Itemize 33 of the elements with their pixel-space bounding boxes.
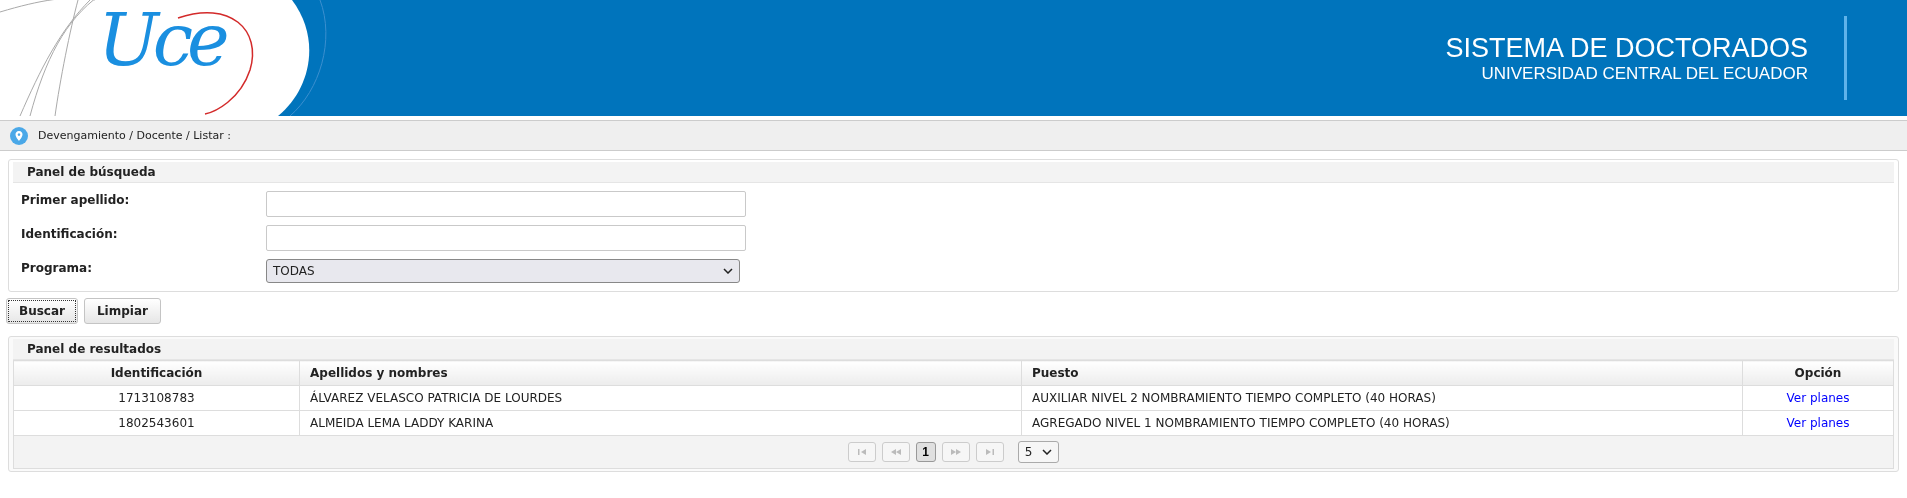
chevron-down-icon <box>723 268 733 274</box>
table-cell: AUXILIAR NIVEL 2 NOMBRAMIENTO TIEMPO COMPLETO (40 HORAS) <box>1021 385 1743 411</box>
university-name: UNIVERSIDAD CENTRAL DEL ECUADOR <box>1481 64 1808 85</box>
next-page-icon <box>949 446 962 458</box>
table-cell: ALMEIDA LEMA LADDY KARINA <box>299 410 1022 436</box>
search-button[interactable]: Buscar <box>6 298 78 324</box>
prev-page-icon <box>889 446 902 458</box>
field-label: Programa: <box>21 260 93 275</box>
column-header[interactable]: Opción <box>1742 360 1894 386</box>
location-pin-icon <box>10 126 28 145</box>
first-page-icon <box>855 446 868 458</box>
program-select[interactable]: TODAS <box>266 259 740 283</box>
column-header[interactable]: Identificación <box>13 360 300 386</box>
text-field[interactable] <box>266 191 746 217</box>
table-cell: AGREGADO NIVEL 1 NOMBRAMIENTO TIEMPO COMPLETO (40 HORAS) <box>1021 410 1743 436</box>
page-button[interactable]: 1 <box>915 442 936 462</box>
logo-text: Uce <box>98 4 224 76</box>
last-page-icon <box>983 446 996 458</box>
chevron-down-icon <box>1042 449 1053 455</box>
system-title: SISTEMA DE DOCTORADOS <box>1445 31 1808 64</box>
page-size-select[interactable]: 5 <box>1017 441 1060 463</box>
table-cell: 1713108783 <box>13 385 300 411</box>
column-header[interactable]: Puesto <box>1021 360 1743 386</box>
text-field[interactable] <box>266 225 746 251</box>
clear-button[interactable]: Limpiar <box>83 298 161 324</box>
column-header[interactable]: Apellidos y nombres <box>299 360 1022 386</box>
field-label: Identificación: <box>21 226 119 241</box>
panel-title: Panel de búsqueda <box>13 162 1894 183</box>
breadcrumb-text: Devengamiento / Docente / Listar : <box>38 129 231 142</box>
field-label: Primer apellido: <box>21 192 131 207</box>
table-cell: ÁLVAREZ VELASCO PATRICIA DE LOURDES <box>299 385 1022 411</box>
panel-title: Panel de resultados <box>13 339 1894 360</box>
table-cell: 1802543601 <box>13 410 300 436</box>
